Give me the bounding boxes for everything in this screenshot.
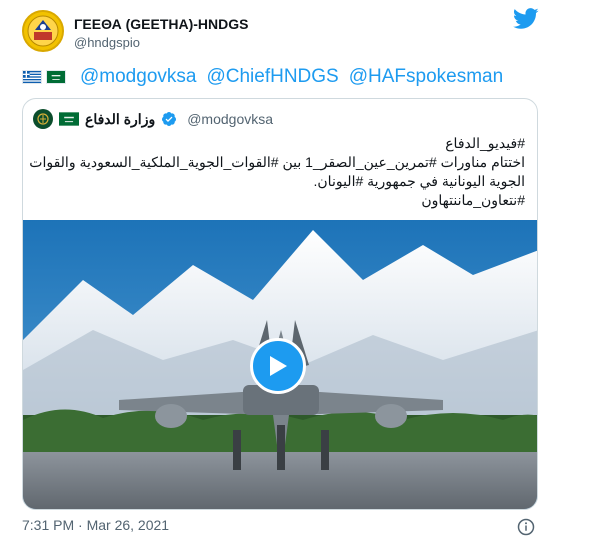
video-thumbnail[interactable] — [23, 220, 537, 509]
quoted-tweet-header: وزارة الدفاع @modgovksa — [33, 109, 273, 129]
twitter-bird-icon[interactable] — [513, 8, 539, 30]
mention-link[interactable]: @modgovksa — [80, 66, 196, 88]
quoted-text-line: الجوية اليونانية في جمهورية #اليونان. — [313, 173, 525, 189]
mention-link[interactable]: @HAFspokesman — [349, 66, 503, 88]
saudi-flag-icon — [59, 112, 79, 126]
mention-link[interactable]: @ChiefHNDGS — [206, 66, 338, 88]
quoted-text-line: #نتعاون_ماننتهاون — [421, 192, 525, 208]
author-avatar[interactable] — [22, 10, 64, 52]
quoted-avatar[interactable] — [33, 109, 53, 129]
play-button[interactable] — [250, 338, 306, 394]
quoted-display-name[interactable]: وزارة الدفاع — [85, 111, 155, 128]
quoted-text-line: اختتام مناورات #تمرين_عين_الصقر_1 بين #ا… — [29, 154, 525, 170]
greece-flag-icon — [22, 70, 42, 84]
quoted-text-line: #فيديو_الدفاع — [445, 135, 525, 151]
verified-badge-icon — [162, 112, 177, 126]
quoted-tweet-text: #فيديو_الدفاع اختتام مناورات #تمرين_عين_… — [29, 134, 525, 210]
quoted-handle[interactable]: @modgovksa — [187, 111, 273, 127]
tweet-text: @modgovksa @ChiefHNDGS @HAFspokesman — [22, 65, 503, 89]
quoted-tweet[interactable]: وزارة الدفاع @modgovksa #فيديو_الدفاع اخ… — [22, 98, 538, 510]
saudi-flag-icon — [46, 70, 66, 84]
author-display-name[interactable]: ΓΕΕΘΑ (GEETHA)-HNDGS — [74, 16, 249, 32]
tweet-timestamp[interactable]: 7:31 PM · Mar 26, 2021 — [22, 517, 169, 533]
author-handle[interactable]: @hndgspio — [74, 35, 140, 50]
play-icon — [270, 356, 287, 376]
embedded-tweet: ΓΕΕΘΑ (GEETHA)-HNDGS @hndgspio @modgovks… — [0, 0, 597, 536]
info-icon[interactable] — [517, 518, 535, 536]
